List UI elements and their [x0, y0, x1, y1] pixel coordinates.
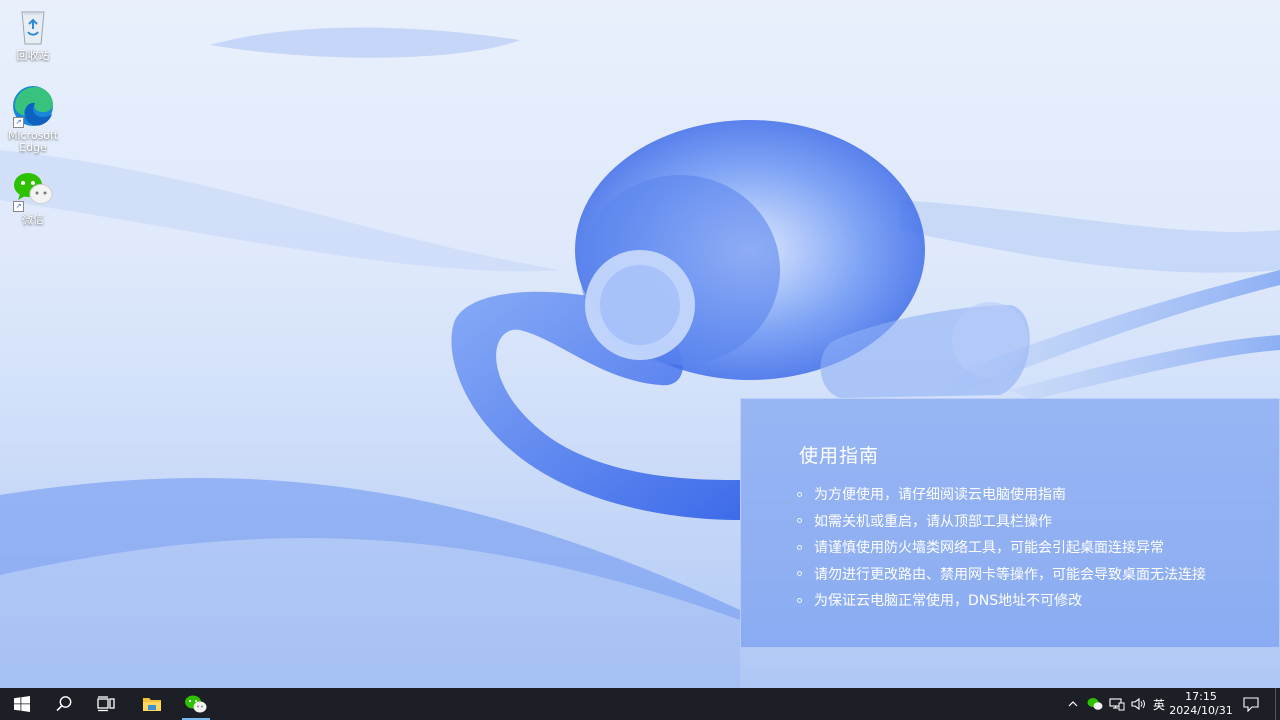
desktop-icon-label: 回收站: [16, 49, 50, 62]
folder-icon: [143, 698, 161, 711]
network-icon: [1109, 698, 1125, 711]
wechat-icon: [185, 695, 207, 713]
guide-item: 如需关机或重启，请从顶部工具栏操作: [797, 508, 1206, 535]
taskbar: 英 17:15 2024/10/31: [0, 688, 1280, 720]
clock[interactable]: 17:15 2024/10/31: [1166, 690, 1236, 718]
chevron-up-icon: [1068, 701, 1078, 707]
network-tray-button[interactable]: [1107, 688, 1127, 720]
show-desktop-button[interactable]: [1275, 688, 1280, 720]
desktop-icon-recycle-bin[interactable]: 回收站: [6, 4, 60, 62]
guide-item: 为方便使用，请仔细阅读云电脑使用指南: [797, 481, 1206, 508]
windows-logo-icon: [14, 696, 30, 712]
bullet-icon: [797, 544, 802, 550]
search-button[interactable]: [42, 688, 86, 720]
shortcut-arrow-icon: ↗: [13, 201, 24, 212]
search-icon: [56, 696, 72, 712]
wechat-taskbar-button[interactable]: [174, 688, 218, 720]
guide-item: 请谨慎使用防火墙类网络工具，可能会引起桌面连接异常: [797, 534, 1206, 561]
guide-item: 请勿进行更改路由、禁用网卡等操作，可能会导致桌面无法连接: [797, 561, 1206, 588]
task-view-button[interactable]: [84, 688, 128, 720]
desktop-icon-label: 微信: [22, 213, 44, 226]
desktop-icon-label: Microsoft Edge: [7, 129, 59, 154]
task-view-icon: [97, 696, 115, 712]
desktop-icon-edge[interactable]: ↗ Microsoft Edge: [6, 84, 60, 154]
bullet-icon: [797, 518, 802, 524]
bullet-icon: [797, 597, 802, 603]
guide-item: 为保证云电脑正常使用，DNS地址不可修改: [797, 587, 1206, 614]
show-hidden-icons-button[interactable]: [1064, 688, 1082, 720]
file-explorer-button[interactable]: [130, 688, 174, 720]
wechat-tray-button[interactable]: [1086, 688, 1104, 720]
volume-tray-button[interactable]: [1129, 688, 1149, 720]
guide-title: 使用指南: [799, 445, 880, 467]
bullet-icon: [797, 491, 802, 497]
usage-guide-panel: 使用指南 为方便使用，请仔细阅读云电脑使用指南 如需关机或重启，请从顶部工具栏操…: [740, 398, 1280, 648]
bullet-icon: [797, 571, 802, 577]
action-center-button[interactable]: [1240, 688, 1262, 720]
start-button[interactable]: [0, 688, 44, 720]
desktop-icon-wechat[interactable]: ↗ 微信: [6, 168, 60, 226]
recycle-bin-icon: [11, 4, 55, 48]
clock-date: 2024/10/31: [1169, 704, 1233, 717]
guide-list: 为方便使用，请仔细阅读云电脑使用指南 如需关机或重启，请从顶部工具栏操作 请谨慎…: [797, 481, 1206, 614]
wechat-icon: ↗: [11, 168, 55, 212]
edge-icon: ↗: [11, 84, 55, 128]
speaker-icon: [1131, 697, 1145, 711]
clock-time: 17:15: [1185, 690, 1217, 703]
wechat-icon: [1087, 698, 1103, 710]
notification-icon: [1243, 696, 1259, 712]
shortcut-arrow-icon: ↗: [13, 117, 24, 128]
